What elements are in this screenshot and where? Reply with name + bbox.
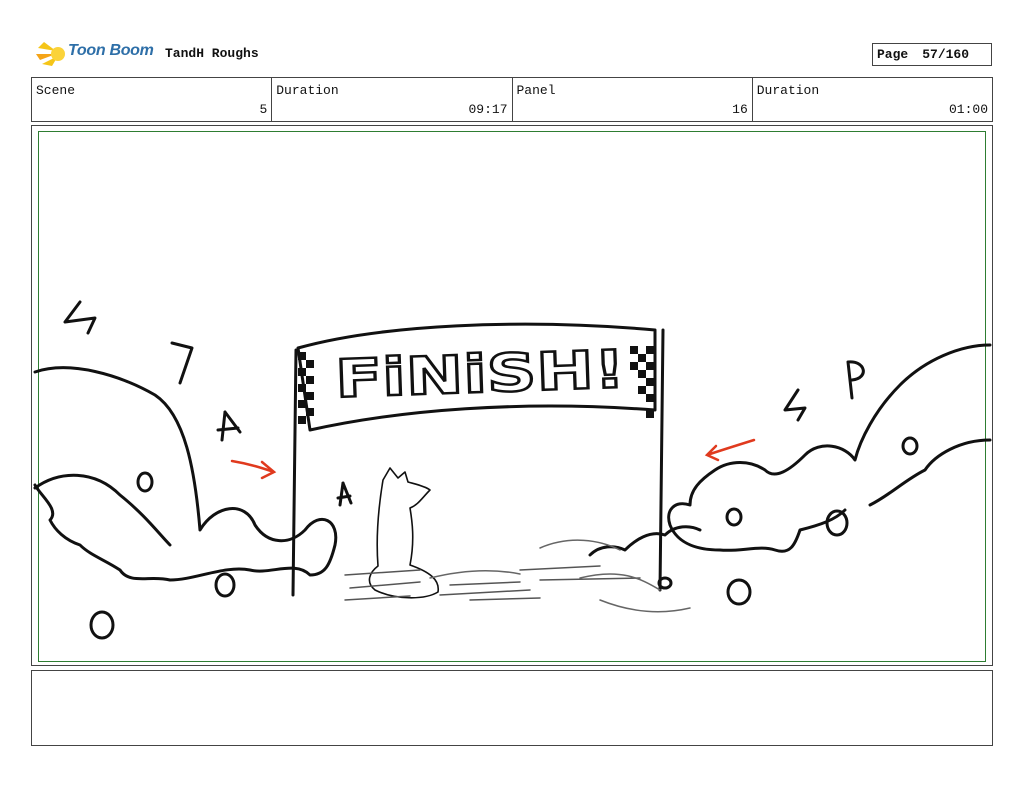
blob bbox=[901, 436, 919, 456]
ground-hills bbox=[429, 539, 691, 613]
banner-pole-right bbox=[658, 328, 665, 592]
arrow-right-icon bbox=[230, 459, 277, 480]
blob bbox=[89, 610, 115, 640]
letter-mark bbox=[170, 341, 194, 385]
banner-pole-left bbox=[291, 348, 298, 597]
letter-mark bbox=[63, 300, 97, 335]
blob bbox=[725, 507, 743, 527]
notes-box bbox=[31, 670, 993, 746]
arrow-left-icon bbox=[704, 438, 756, 462]
right-bush-lower bbox=[868, 438, 992, 507]
letter-mark bbox=[336, 481, 353, 507]
letter-mark bbox=[846, 360, 865, 400]
left-bush-outline bbox=[33, 366, 338, 582]
blob bbox=[214, 572, 236, 598]
letter-mark bbox=[216, 410, 242, 442]
blob bbox=[136, 471, 154, 493]
right-bush-outline bbox=[667, 343, 992, 553]
fox-sketch bbox=[368, 467, 439, 599]
letter-mark bbox=[783, 388, 807, 422]
motion-arrows bbox=[230, 438, 756, 480]
blob bbox=[726, 578, 752, 606]
finish-sign-text: FiNiSH! bbox=[334, 340, 626, 410]
left-bush-lower bbox=[33, 473, 172, 547]
